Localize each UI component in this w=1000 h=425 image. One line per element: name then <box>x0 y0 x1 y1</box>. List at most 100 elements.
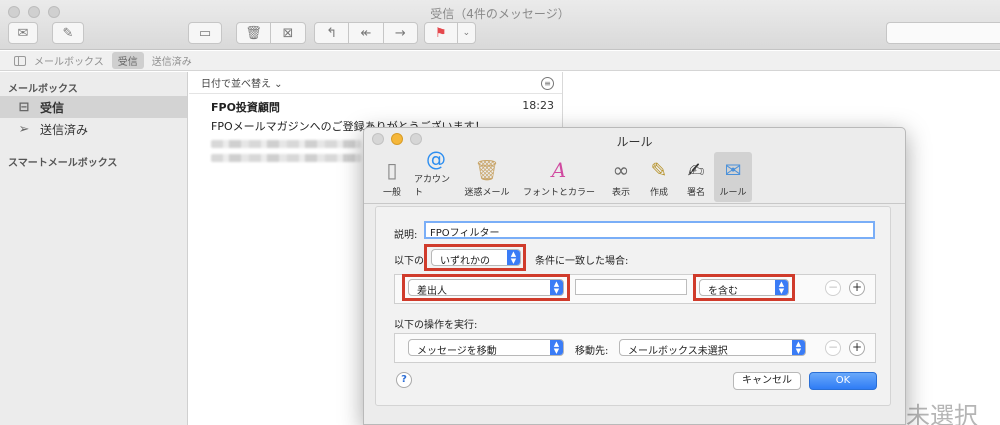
delete-button[interactable]: 🗑 <box>237 23 272 43</box>
chevron-updown-icon: ▲ ▼ <box>550 280 563 295</box>
match-mode-value: いずれかの <box>440 256 490 267</box>
reply-all-button[interactable]: ↞ <box>349 23 384 43</box>
favorites-mailboxes[interactable]: メールボックス <box>34 53 104 68</box>
window-title: 受信（4件のメッセージ） <box>430 7 570 21</box>
favorites-sent[interactable]: 送信済み <box>152 53 192 68</box>
blurred-preview-text <box>211 154 361 162</box>
chevron-updown-icon: ▲ ▼ <box>775 280 788 295</box>
glasses-icon: ∞ <box>612 158 630 182</box>
flag-menu-button[interactable]: ⌄ <box>458 23 475 43</box>
forward-button[interactable]: → <box>384 23 417 43</box>
sidebar-item-label: 送信済み <box>40 122 89 137</box>
add-action-button[interactable]: + <box>849 340 865 356</box>
favorites-bar: メールボックス 受信 送信済み <box>0 51 1000 71</box>
font-icon: A <box>551 158 567 182</box>
tab-label: アカウント <box>414 175 451 198</box>
tab-label: 表示 <box>611 188 630 198</box>
tab-label: 署名 <box>686 188 705 198</box>
paper-plane-icon: ➢ <box>18 121 30 137</box>
condition-field-value: 差出人 <box>417 286 447 297</box>
sort-menu[interactable]: 日付で並べ替え ⌄ ≡ <box>189 72 562 94</box>
sidebar-toggle-icon[interactable] <box>14 55 26 66</box>
sort-label: 日付で並べ替え ⌄ <box>201 79 283 90</box>
rules-icon: ✉ <box>724 158 742 182</box>
chevron-updown-icon: ▲ ▼ <box>550 340 563 355</box>
target-mailbox-value: メールボックス未選択 <box>628 346 728 357</box>
help-button[interactable]: ? <box>396 372 412 388</box>
action-type-select[interactable]: メッセージを移動 ▲ ▼ <box>408 339 564 357</box>
target-mailbox-select[interactable]: メールボックス未選択 ▲ ▼ <box>619 339 806 357</box>
tab-rules[interactable]: ✉ ルール <box>714 152 752 202</box>
sidebar-item-inbox[interactable]: ⊟ 受信 <box>0 96 187 118</box>
chevron-updown-icon: ▲ ▼ <box>792 340 805 355</box>
window-titlebar: 受信（4件のメッセージ） ✉ ✎ ▭ 🗑 ⊠ ↰ ↞ → ⚑ ⌄ <box>0 0 1000 50</box>
flag-button[interactable]: ⚑ <box>425 23 458 43</box>
ok-button[interactable]: OK <box>809 372 877 390</box>
tab-label: 一般 <box>382 188 401 198</box>
tab-general[interactable]: ▯ 一般 <box>370 152 414 202</box>
junk-icon: ⊠ <box>282 25 294 41</box>
remove-action-button[interactable]: − <box>825 340 841 356</box>
condition-field-select[interactable]: 差出人 ▲ ▼ <box>408 279 564 297</box>
switch-icon: ▯ <box>386 158 398 182</box>
blurred-preview-text <box>211 140 361 148</box>
flag-group: ⚑ ⌄ <box>424 22 476 44</box>
junk-button[interactable]: ⊠ <box>271 23 305 43</box>
forward-icon: → <box>394 25 406 41</box>
message-sender: FPO投資顧問 <box>211 101 280 114</box>
match-mode-select[interactable]: いずれかの ▲ ▼ <box>431 249 521 267</box>
reply-button[interactable]: ↰ <box>315 23 350 43</box>
get-mail-button[interactable]: ✉ <box>8 22 38 44</box>
if-prefix-label: 以下の <box>394 256 424 267</box>
chevron-down-icon: ⌄ <box>462 28 471 38</box>
search-input[interactable] <box>886 22 1000 44</box>
description-field[interactable]: FPOフィルター <box>424 221 875 239</box>
tab-accounts[interactable]: @ アカウント <box>414 147 458 202</box>
pencil-icon: ✎ <box>650 158 668 182</box>
sidebar-item-label: 受信 <box>40 100 65 115</box>
cancel-button[interactable]: キャンセル <box>733 372 801 390</box>
sidebar-header: メールボックス <box>8 84 78 95</box>
inbox-icon: ⊟ <box>18 99 30 115</box>
rule-editor-panel: 説明: FPOフィルター 以下の いずれかの ▲ ▼ 条件に一致した場合: 差出人… <box>375 206 891 406</box>
add-condition-button[interactable]: + <box>849 280 865 296</box>
tab-junk-mail[interactable]: 🗑 迷惑メール <box>458 152 516 202</box>
if-suffix-label: 条件に一致した場合: <box>535 256 629 267</box>
tab-viewing[interactable]: ∞ 表示 <box>602 152 640 202</box>
tab-label: 作成 <box>649 188 668 198</box>
tab-label: フォントとカラー <box>522 188 595 198</box>
sidebar: メールボックス ⊟ 受信 ➢ 送信済み スマートメールボックス <box>0 72 188 425</box>
trash-icon: 🗑 <box>245 25 262 41</box>
description-label: 説明: <box>394 230 418 241</box>
archive-button[interactable]: ▭ <box>188 22 222 44</box>
signature-icon: ✍ <box>687 158 705 182</box>
favorites-inbox[interactable]: 受信 <box>111 52 144 69</box>
tab-composing[interactable]: ✎ 作成 <box>640 152 678 202</box>
delete-junk-group: 🗑 ⊠ <box>236 22 306 44</box>
smart-mailboxes-header: スマートメールボックス <box>8 158 118 169</box>
move-to-label: 移動先: <box>575 346 609 357</box>
junk-bin-icon: 🗑 <box>474 158 500 182</box>
message-time: 18:23 <box>522 99 554 112</box>
remove-condition-button[interactable]: − <box>825 280 841 296</box>
reply-all-icon: ↞ <box>360 25 372 41</box>
condition-operator-value: を含む <box>708 286 738 297</box>
tab-signatures[interactable]: ✍ 署名 <box>678 152 714 202</box>
sidebar-item-sent[interactable]: ➢ 送信済み <box>0 118 187 140</box>
toolbar-divider <box>364 203 905 204</box>
compose-button[interactable]: ✎ <box>52 22 84 44</box>
chevron-updown-icon: ▲ ▼ <box>507 250 520 265</box>
condition-operator-select[interactable]: を含む ▲ ▼ <box>699 279 789 297</box>
action-label: 以下の操作を実行: <box>394 320 478 331</box>
rules-dialog: ルール ▯ 一般 @ アカウント 🗑 迷惑メール A フォントとカラー ∞ 表示… <box>363 127 906 425</box>
reply-group: ↰ ↞ → <box>314 22 418 44</box>
at-icon: @ <box>426 147 446 171</box>
compose-icon: ✎ <box>62 25 74 41</box>
archive-icon: ▭ <box>198 25 212 41</box>
filter-icon[interactable]: ≡ <box>541 77 554 90</box>
action-type-value: メッセージを移動 <box>417 346 497 357</box>
envelope-icon: ✉ <box>17 25 29 41</box>
tab-label: ルール <box>719 188 747 198</box>
tab-fonts-colors[interactable]: A フォントとカラー <box>516 152 602 202</box>
condition-value-field[interactable] <box>575 279 687 295</box>
